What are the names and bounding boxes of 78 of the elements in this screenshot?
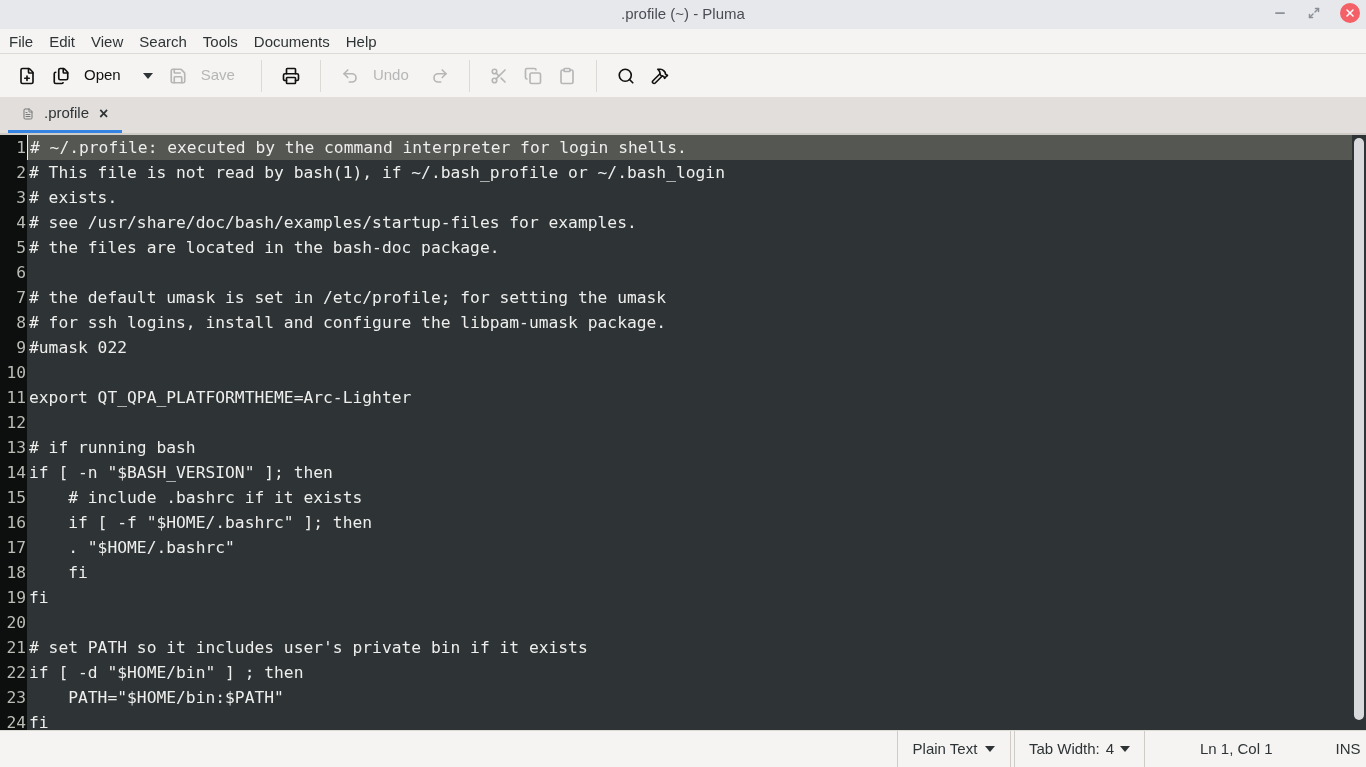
- menu-item[interactable]: View: [83, 28, 132, 54]
- code-line: PATH="$HOME/bin:$PATH": [67, 688, 284, 707]
- line-number: 2: [16, 162, 26, 184]
- line-number: 19: [6, 587, 26, 609]
- close-button[interactable]: [1340, 3, 1360, 23]
- caret-icon: [985, 746, 996, 752]
- menu-item[interactable]: Tools: [194, 28, 246, 54]
- code-line: #umask 022: [29, 338, 128, 357]
- documents-icon: [52, 66, 70, 85]
- hammer-icon: [650, 66, 669, 85]
- line-number: 22: [6, 662, 26, 684]
- line-number: 17: [6, 537, 26, 559]
- line-number: 20: [6, 612, 26, 634]
- language-dropdown[interactable]: Plain Text: [897, 731, 1011, 767]
- window-title: .profile (~) - Pluma: [621, 4, 745, 25]
- code-line: # the default umask is set in /etc/profile; for setting the umask: [29, 288, 667, 307]
- code-line: # if running bash: [29, 438, 196, 457]
- code-line: # for ssh logins, install and configure the libpam-umask package.: [29, 313, 667, 332]
- cursor-position: Ln 1, Col 1: [1200, 738, 1273, 759]
- code-line: fi: [29, 588, 49, 607]
- line-number: 15: [6, 487, 26, 509]
- code-line: if [ -d "$HOME/bin" ] ; then: [29, 663, 304, 682]
- code-line: if [ -f "$HOME/.bashrc" ]; then: [67, 513, 373, 532]
- code-line: export QT_QPA_PLATFORMTHEME=Arc-Lighter: [29, 388, 412, 407]
- insert-mode: INS: [1335, 738, 1361, 759]
- clipboard-icon: [557, 66, 576, 85]
- code-line: # exists.: [29, 188, 118, 207]
- line-number: 11: [6, 387, 26, 409]
- code-line: fi: [67, 563, 88, 582]
- line-number: 18: [6, 562, 26, 584]
- code-line: # see /usr/share/doc/bash/examples/startup-files for examples.: [29, 213, 637, 232]
- line-number: 8: [16, 312, 26, 334]
- code-line: if [ -n "$BASH_VERSION" ]; then: [29, 463, 333, 482]
- code-line: # set PATH so it includes user's private bin if it exists: [29, 638, 588, 657]
- document-icon: [22, 107, 34, 120]
- copy-icon: [523, 66, 542, 85]
- caret-icon: [1120, 746, 1131, 752]
- code-line: # ~/.profile: executed by the command interpreter for login shells.: [30, 138, 687, 157]
- tab-label: .profile: [44, 103, 90, 124]
- maximize-button[interactable]: [1306, 5, 1322, 21]
- line-number: 14: [6, 462, 26, 484]
- toolbar-button[interactable]: Open: [44, 58, 135, 93]
- code-line: # the files are located in the bash-doc package.: [29, 238, 500, 257]
- menu-item[interactable]: Edit: [41, 28, 84, 54]
- line-number: 5: [16, 237, 26, 259]
- close-icon: [1344, 7, 1356, 19]
- code-line: fi: [29, 713, 49, 730]
- menu-item[interactable]: Help: [337, 28, 385, 54]
- line-number: 6: [16, 262, 26, 284]
- line-number: 7: [16, 287, 26, 309]
- line-number: 1: [16, 137, 26, 159]
- text-editor[interactable]: [0, 135, 1366, 730]
- line-number: 10: [6, 362, 26, 384]
- search-icon: [616, 66, 635, 85]
- line-number: 3: [16, 187, 26, 209]
- code-line: # include .bashrc if it exists: [67, 488, 363, 507]
- new-file-icon: [18, 66, 36, 85]
- tab-width-dropdown[interactable]: Tab Width: 4: [1014, 731, 1145, 767]
- menu-item[interactable]: Search: [131, 28, 195, 54]
- maximize-icon: [1308, 7, 1320, 19]
- code-line: # This file is not read by bash(1), if ~/.bash_profile or ~/.bash_login: [29, 163, 725, 182]
- scissors-icon: [489, 66, 508, 85]
- line-number: 16: [6, 512, 26, 534]
- line-number: 12: [6, 412, 26, 434]
- line-number: 9: [16, 337, 26, 359]
- redo-icon: [430, 66, 449, 85]
- line-number: 24: [6, 712, 26, 730]
- line-number: 13: [6, 437, 26, 459]
- menu-item[interactable]: File: [1, 28, 42, 54]
- caret-icon: [142, 72, 153, 79]
- code-line: . "$HOME/.bashrc": [67, 538, 235, 557]
- printer-icon: [281, 66, 300, 85]
- line-number: 4: [16, 212, 26, 234]
- undo-icon: [340, 66, 359, 85]
- menu-item[interactable]: Documents: [245, 28, 338, 54]
- line-number: 23: [6, 687, 26, 709]
- tab-close-button[interactable]: ×: [99, 101, 109, 126]
- line-number: 21: [6, 637, 26, 659]
